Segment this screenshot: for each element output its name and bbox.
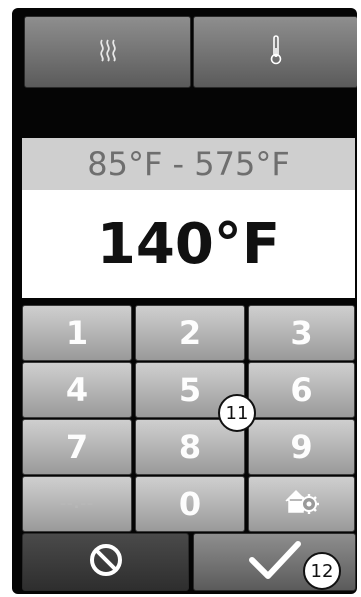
- keypad-key-1[interactable]: 1: [22, 305, 132, 361]
- temperature-range: 85°F - 575°F: [22, 138, 355, 190]
- cancel-button[interactable]: [22, 533, 189, 591]
- heat-mode-button[interactable]: [24, 16, 191, 88]
- keypad-settings-key[interactable]: [248, 476, 355, 532]
- house-gear-icon: [284, 485, 320, 523]
- thermometer-icon: [269, 35, 283, 69]
- keypad-key-4[interactable]: 4: [22, 362, 132, 418]
- checkmark-icon: [248, 540, 302, 584]
- keypad-key-0[interactable]: 0: [135, 476, 245, 532]
- cancel-icon: [88, 542, 124, 582]
- keypad-key-6[interactable]: 6: [248, 362, 355, 418]
- temperature-value-display[interactable]: 140°F: [22, 190, 355, 298]
- keypad-key-7[interactable]: 7: [22, 419, 132, 475]
- keypad-key-9[interactable]: 9: [248, 419, 355, 475]
- oven-temperature-screen: 85°F - 575°F 140°F 1 2 3 4 5 6 7 8 9 --:…: [12, 8, 357, 594]
- callout-keypad: 11: [218, 394, 256, 432]
- temperature-probe-button[interactable]: [193, 16, 357, 88]
- callout-confirm: 12: [303, 552, 341, 590]
- keypad-key-2[interactable]: 2: [135, 305, 245, 361]
- keypad-key-3[interactable]: 3: [248, 305, 355, 361]
- heat-waves-icon: [98, 38, 118, 66]
- keypad-time-key[interactable]: --:--: [22, 476, 132, 532]
